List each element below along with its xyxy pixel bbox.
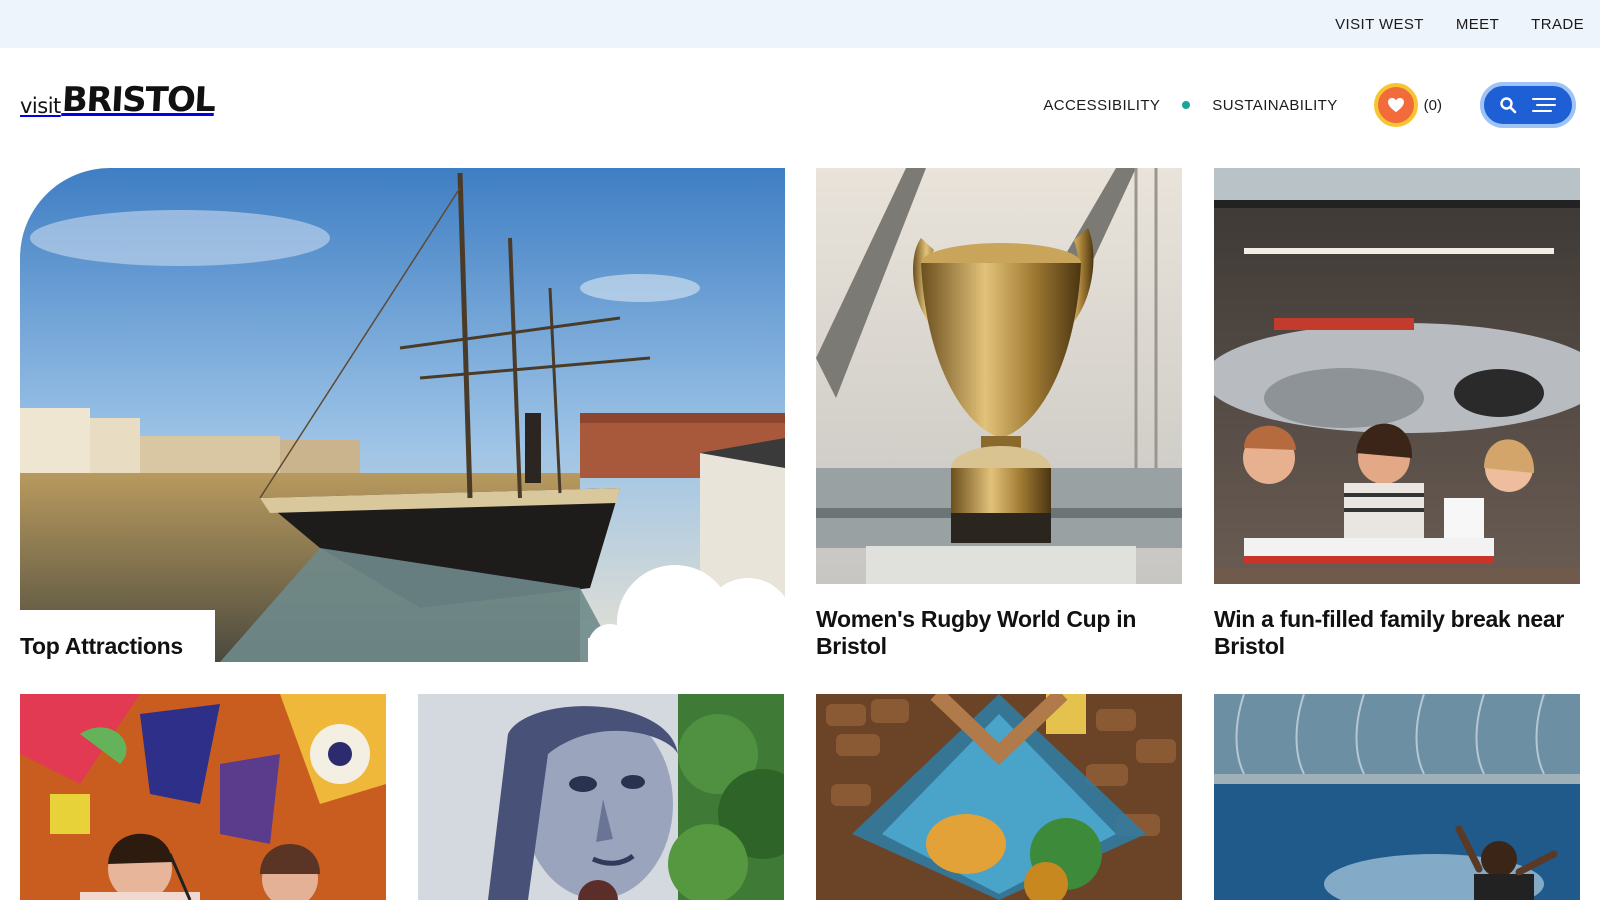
ss-great-britain-ship-image xyxy=(20,168,785,662)
utility-link-visit-west[interactable]: VISIT WEST xyxy=(1335,16,1424,33)
logo-brand-text: BRISTOL xyxy=(60,80,216,120)
logo-visit-text: visit xyxy=(20,94,61,118)
street-art-portrait-image xyxy=(418,694,784,900)
nav-sustainability-link[interactable]: SUSTAINABILITY xyxy=(1212,97,1337,114)
utility-bar: VISIT WEST MEET TRADE xyxy=(0,0,1600,48)
site-header: visit BRISTOL ACCESSIBILITY SUSTAINABILI… xyxy=(0,48,1600,168)
utility-link-meet[interactable]: MEET xyxy=(1456,16,1499,33)
mural-musicians-image xyxy=(20,694,386,900)
card-rugby-world-cup-title[interactable]: Women's Rugby World Cup in Bristol xyxy=(816,606,1182,660)
favourites-button[interactable] xyxy=(1373,83,1418,127)
hamburger-icon[interactable] xyxy=(1531,96,1557,114)
card-rugby-world-cup[interactable] xyxy=(816,168,1182,584)
search-icon[interactable] xyxy=(1499,96,1517,114)
restaurant-interior-image xyxy=(816,694,1182,900)
nav-separator-dot xyxy=(1182,101,1191,109)
card-family-break[interactable] xyxy=(1214,168,1580,584)
utility-link-trade[interactable]: TRADE xyxy=(1531,16,1584,33)
card-family-break-title[interactable]: Win a fun-filled family break near Brist… xyxy=(1214,606,1580,660)
featured-card-top-attractions[interactable] xyxy=(20,168,785,662)
swimmer-image xyxy=(1214,694,1580,900)
site-logo[interactable]: visit BRISTOL xyxy=(20,78,216,120)
favourites: (0) xyxy=(1373,83,1442,127)
favourites-count: (0) xyxy=(1423,96,1442,114)
heart-icon xyxy=(1387,98,1404,112)
card-street-art[interactable] xyxy=(418,694,784,900)
utility-nav: VISIT WEST MEET TRADE xyxy=(1335,0,1584,48)
rugby-trophy-image xyxy=(816,168,1182,584)
card-restaurant[interactable] xyxy=(816,694,1182,900)
museum-children-image xyxy=(1214,168,1580,584)
search-menu-button[interactable] xyxy=(1480,82,1576,128)
card-mural-musicians[interactable] xyxy=(20,694,386,900)
nav-accessibility-link[interactable]: ACCESSIBILITY xyxy=(1043,97,1160,114)
card-swimmer[interactable] xyxy=(1214,694,1580,900)
featured-card-title[interactable]: Top Attractions xyxy=(20,633,183,660)
header-nav: ACCESSIBILITY SUSTAINABILITY (0) xyxy=(1043,82,1576,128)
